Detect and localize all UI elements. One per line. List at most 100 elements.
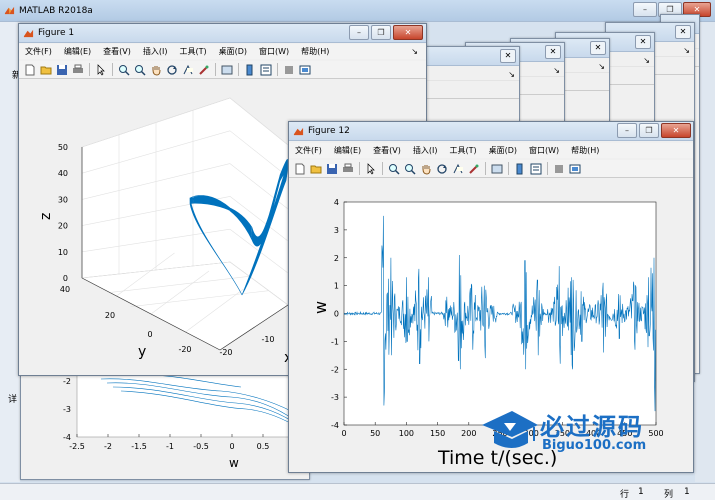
figure-12-title: Figure 12: [308, 126, 350, 136]
figure-12-title-bar: Figure 12 – ❐ ✕: [289, 122, 693, 141]
figure-1-toolbar: [19, 61, 426, 79]
bg-x-tick-label: -0.5: [193, 442, 209, 451]
menu-tools[interactable]: 工具(T): [443, 143, 482, 158]
menu-dock-arrow-icon[interactable]: ↘: [405, 44, 424, 59]
x-tick-label: 0: [341, 429, 346, 438]
toolbar-separator: [508, 162, 509, 175]
colorbar-icon[interactable]: [514, 163, 526, 175]
status-col-value: 1: [684, 487, 690, 497]
menu-view[interactable]: 查看(V): [367, 143, 407, 158]
zoom-out-icon[interactable]: [134, 64, 146, 76]
z-tick-label: 50: [58, 143, 68, 152]
menu-insert[interactable]: 插入(I): [407, 143, 444, 158]
rotate-3d-icon[interactable]: [166, 64, 178, 76]
zoom-in-icon[interactable]: [388, 163, 400, 175]
menu-insert[interactable]: 插入(I): [137, 44, 174, 59]
new-figure-icon[interactable]: [24, 64, 36, 76]
y-tick-label: -4: [331, 421, 339, 430]
menu-window[interactable]: 窗口(W): [523, 143, 565, 158]
brush-icon[interactable]: [468, 163, 480, 175]
menu-file[interactable]: 文件(F): [19, 44, 58, 59]
toolbar-separator: [547, 162, 548, 175]
hide-plot-tools-icon[interactable]: [553, 163, 565, 175]
menu-window[interactable]: 窗口(W): [253, 44, 295, 59]
toolbar-separator: [112, 63, 113, 76]
matlab-title-bar: MATLAB R2018a – ❐ ✕: [0, 0, 715, 22]
pan-hand-icon[interactable]: [420, 163, 432, 175]
x-tick-label: 50: [370, 429, 380, 438]
pan-hand-icon[interactable]: [150, 64, 162, 76]
figure-12-menu-bar: 文件(F) 编辑(E) 查看(V) 插入(I) 工具(T) 桌面(D) 窗口(W) 帮助(H): [289, 143, 693, 158]
z-axis-label: z: [38, 213, 54, 220]
bg-x-tick-label: 0: [229, 442, 234, 451]
menu-file[interactable]: 文件(F): [289, 143, 328, 158]
z-tick-label: 10: [58, 248, 68, 257]
edit-plot-arrow-icon[interactable]: [95, 63, 107, 76]
show-plot-tools-icon[interactable]: [299, 64, 311, 76]
figure-icon: [293, 127, 304, 136]
print-icon[interactable]: [342, 163, 354, 175]
x-tick-label: -20: [219, 348, 232, 357]
hide-plot-tools-icon[interactable]: [283, 64, 295, 76]
toolbar-separator: [277, 63, 278, 76]
menu-desktop[interactable]: 桌面(D): [483, 143, 523, 158]
legend-icon[interactable]: [530, 163, 542, 175]
colorbar-icon[interactable]: [244, 64, 256, 76]
figure-12-minimize-button[interactable]: –: [617, 123, 637, 138]
toolbar-separator: [89, 63, 90, 76]
bg-x-tick-label: -1.5: [131, 442, 147, 451]
bg-x-tick-label: -2: [104, 442, 112, 451]
y-tick-label: 2: [334, 254, 339, 263]
menu-edit[interactable]: 编辑(E): [328, 143, 367, 158]
figure-1-title-bar: Figure 1 – ❐ ✕: [19, 24, 426, 43]
link-plot-icon[interactable]: [491, 163, 503, 175]
figure-12-close-button[interactable]: ✕: [661, 123, 691, 138]
legend-icon[interactable]: [260, 64, 272, 76]
figure-1-close-button[interactable]: ✕: [393, 25, 423, 40]
y-tick-label: 4: [334, 198, 339, 207]
z-tick-label: 30: [58, 195, 68, 204]
menu-view[interactable]: 查看(V): [97, 44, 137, 59]
menu-edit[interactable]: 编辑(E): [58, 44, 97, 59]
bg-y-tick-label: -3: [63, 405, 71, 414]
toolbar-separator: [238, 63, 239, 76]
menu-help[interactable]: 帮助(H): [295, 44, 335, 59]
left-panel-label: 详: [8, 395, 18, 405]
left-toolstrip-strip: [0, 22, 20, 482]
save-icon[interactable]: [56, 64, 68, 76]
x-tick-label: 150: [430, 429, 445, 438]
show-plot-tools-icon[interactable]: [569, 163, 581, 175]
new-figure-icon[interactable]: [294, 163, 306, 175]
y-tick-label: 1: [334, 282, 339, 291]
edit-plot-arrow-icon[interactable]: [365, 162, 377, 175]
zoom-in-icon[interactable]: [118, 64, 130, 76]
x-tick-label: -10: [261, 335, 274, 344]
menu-help[interactable]: 帮助(H): [565, 143, 605, 158]
data-cursor-icon[interactable]: [182, 64, 194, 76]
open-file-icon[interactable]: [40, 64, 52, 76]
open-file-icon[interactable]: [310, 163, 322, 175]
save-icon[interactable]: [326, 163, 338, 175]
z-tick-label: 20: [58, 222, 68, 231]
y-tick-label: 20: [105, 311, 115, 320]
minimize-button[interactable]: –: [633, 2, 657, 17]
figure-12-restore-button[interactable]: ❐: [639, 123, 659, 138]
print-icon[interactable]: [72, 64, 84, 76]
y-tick-label: 0: [147, 330, 152, 339]
matlab-window-title: MATLAB R2018a: [19, 6, 93, 16]
toolbar-separator: [485, 162, 486, 175]
y-tick-label: 3: [334, 226, 339, 235]
figure-12-toolbar: [289, 160, 693, 178]
toolbar-separator: [359, 162, 360, 175]
menu-desktop[interactable]: 桌面(D): [213, 44, 253, 59]
rotate-3d-icon[interactable]: [436, 163, 448, 175]
menu-tools[interactable]: 工具(T): [173, 44, 212, 59]
figure-1-minimize-button[interactable]: –: [349, 25, 369, 40]
figure-1-restore-button[interactable]: ❐: [371, 25, 391, 40]
data-cursor-icon[interactable]: [452, 163, 464, 175]
zoom-out-icon[interactable]: [404, 163, 416, 175]
status-row-label: 行: [620, 490, 630, 500]
brush-icon[interactable]: [198, 64, 210, 76]
link-plot-icon[interactable]: [221, 64, 233, 76]
status-row-value: 1: [638, 487, 644, 497]
